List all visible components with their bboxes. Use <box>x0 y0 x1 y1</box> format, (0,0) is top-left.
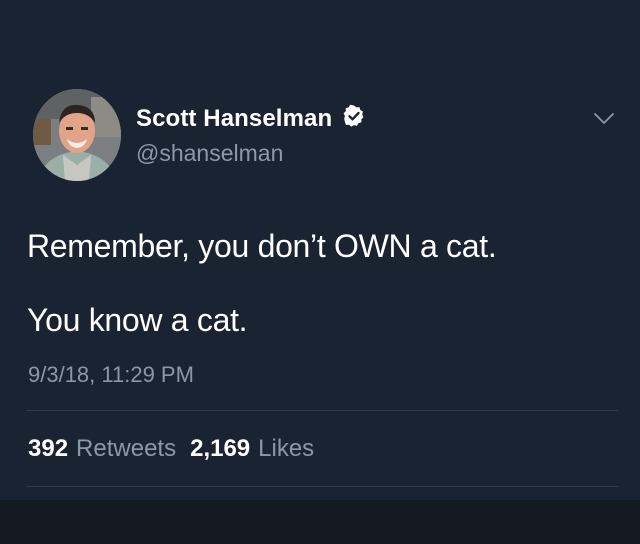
retweets-label: Retweets <box>76 435 177 462</box>
avatar[interactable] <box>33 89 121 181</box>
avatar-photo <box>33 89 121 181</box>
author-handle[interactable]: @shanselman <box>136 140 283 167</box>
likes-stat[interactable]: 2,169 Likes <box>190 435 314 463</box>
tweet-stats: 392 Retweets 2,169 Likes <box>28 435 314 463</box>
likes-label: Likes <box>258 435 315 462</box>
divider <box>26 486 618 487</box>
author-name[interactable]: Scott Hanselman <box>136 105 332 133</box>
tweet-text-line-1: Remember, you don’t OWN a cat. <box>27 228 497 264</box>
retweets-count: 392 <box>28 435 69 462</box>
tweet-text-line-2: You know a cat. <box>27 302 248 338</box>
tweet-timestamp[interactable]: 9/3/18, 11:29 PM <box>28 362 194 388</box>
bottom-bar <box>0 500 640 544</box>
author-name-row[interactable]: Scott Hanselman <box>136 104 366 133</box>
likes-count: 2,169 <box>190 435 251 462</box>
divider <box>26 410 618 411</box>
retweets-stat[interactable]: 392 Retweets <box>28 435 176 463</box>
verified-badge-icon <box>332 104 366 133</box>
tweet-card: Scott Hanselman @shanselman Remember, yo… <box>0 0 640 500</box>
